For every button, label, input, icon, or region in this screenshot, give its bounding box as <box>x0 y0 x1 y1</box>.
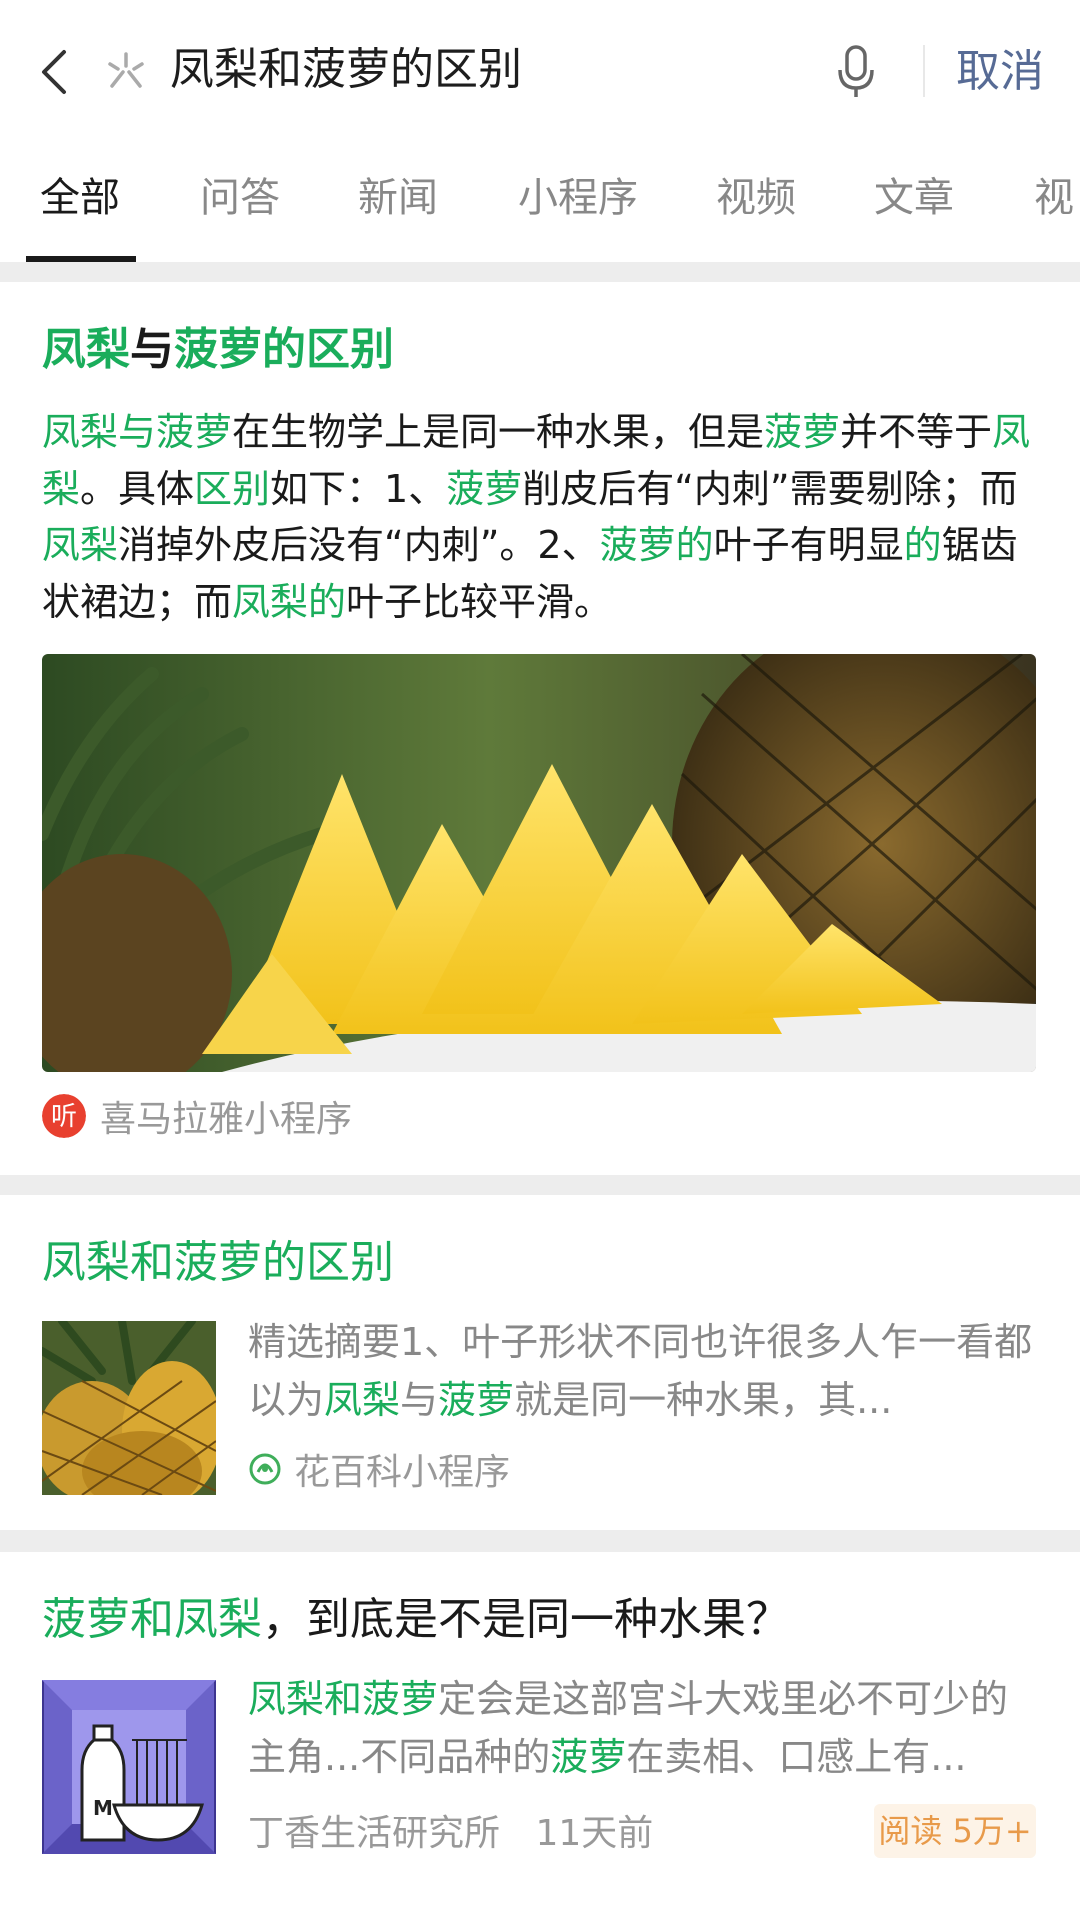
header-divider <box>923 45 925 97</box>
title-segment: 菠萝和凤梨 <box>42 1594 262 1645</box>
result-source[interactable]: 听 喜马拉雅小程序 <box>42 1090 352 1142</box>
publish-time: 11天前 <box>535 1813 654 1854</box>
source-name[interactable]: 丁香生活研究所 <box>248 1813 500 1854</box>
desc-segment: 菠萝 <box>438 1378 515 1422</box>
result-card-3[interactable]: 菠萝和凤梨，到底是不是同一种水果？ M 凤梨和菠萝定会是这部宫斗大戏里必不可少的… <box>0 1552 1080 1919</box>
snippet-segment: 菠萝的 <box>599 523 714 568</box>
desc-segment: 菠萝 <box>550 1735 627 1779</box>
desc-segment: 凤梨和菠萝 <box>248 1677 439 1721</box>
result-description: 精选摘要1、叶子形状不同也许很多人乍一看都以为凤梨与菠萝就是同一种水果，其... <box>248 1313 1038 1429</box>
desc-segment: 就是同一种水果，其... <box>514 1378 893 1422</box>
search-input[interactable]: 凤梨和菠萝的区别 <box>170 40 522 100</box>
tab-news[interactable]: 新闻 <box>358 170 438 226</box>
snippet-segment: 削皮后有“内刺”需要剔除；而 <box>522 466 1018 511</box>
milk-bowl-illustration[interactable]: M <box>42 1680 216 1854</box>
tab-all[interactable]: 全部 <box>40 170 120 226</box>
search-header: 凤梨和菠萝的区别 取消 <box>0 0 1080 141</box>
tab-qa[interactable]: 问答 <box>200 170 280 226</box>
title-segment: 凤梨 <box>42 324 130 375</box>
read-count-badge: 阅读 5万+ <box>874 1804 1036 1858</box>
result-title[interactable]: 菠萝和凤梨，到底是不是同一种水果？ <box>42 1590 790 1650</box>
snippet-segment: 凤梨的 <box>232 580 347 625</box>
huabaike-flower-icon <box>249 1453 281 1485</box>
snippet-segment: 菠萝 <box>446 466 523 511</box>
snippet-segment: 的 <box>903 523 942 568</box>
tab-mini-programs[interactable]: 小程序 <box>518 170 638 226</box>
cancel-button[interactable]: 取消 <box>956 42 1044 102</box>
search-spark-icon <box>108 52 144 88</box>
desc-segment: 凤梨 <box>324 1378 401 1422</box>
result-title[interactable]: 凤梨和菠萝的区别 <box>42 1233 394 1293</box>
snippet-segment: 如下：1、 <box>270 466 447 511</box>
tab-more[interactable]: 视 <box>1034 170 1074 226</box>
snippet-segment: 并不等于 <box>840 410 993 454</box>
title-segment: 菠萝的区别 <box>174 324 394 375</box>
result-meta: 丁香生活研究所 11天前 <box>248 1804 653 1856</box>
category-tabs: 全部 问答 新闻 小程序 视频 文章 视 <box>0 140 1080 262</box>
title-segment: 与 <box>130 324 174 375</box>
snippet-segment: 。具体 <box>80 466 195 511</box>
snippet-segment: 消掉外皮后没有“内刺”。2、 <box>118 523 600 568</box>
result-description: 凤梨和菠萝定会是这部宫斗大戏里必不可少的主角...不同品种的菠萝在卖相、口感上有… <box>248 1670 1038 1786</box>
back-arrow-icon[interactable] <box>30 42 80 102</box>
snippet-segment: 区别 <box>194 466 271 511</box>
section-gap <box>0 1175 1080 1195</box>
title-segment: 凤梨和菠萝的区别 <box>42 1237 394 1288</box>
section-gap <box>0 1530 1080 1552</box>
tab-videos[interactable]: 视频 <box>716 170 796 226</box>
result-title[interactable]: 凤梨与菠萝的区别 <box>42 320 394 380</box>
snippet-segment: 在生物学上是同一种水果，但是 <box>232 410 765 454</box>
svg-text:M: M <box>93 1796 113 1820</box>
desc-segment: 与 <box>400 1378 439 1422</box>
snippet-segment: 菠萝 <box>764 410 841 454</box>
snippet-segment: 凤梨与菠萝 <box>42 410 233 454</box>
snippet-segment: 叶子比较平滑。 <box>346 580 613 625</box>
source-name: 喜马拉雅小程序 <box>100 1099 353 1140</box>
section-gap <box>0 262 1080 282</box>
snippet-segment: 叶子有明显 <box>713 523 904 568</box>
result-source[interactable]: 花百科小程序 <box>248 1443 510 1495</box>
desc-segment: 在卖相、口感上有... <box>626 1735 967 1779</box>
microphone-icon[interactable] <box>834 44 878 100</box>
title-segment: ，到底是不是同一种水果？ <box>262 1594 790 1645</box>
result-snippet: 凤梨与菠萝在生物学上是同一种水果，但是菠萝并不等于凤梨。具体区别如下：1、菠萝削… <box>42 404 1042 631</box>
snippet-segment: 凤梨 <box>42 523 119 568</box>
source-name: 花百科小程序 <box>294 1452 511 1493</box>
pineapple-slices-photo[interactable] <box>42 654 1036 1072</box>
svg-text:听: 听 <box>51 1102 77 1132</box>
pineapples-thumbnail[interactable] <box>42 1321 216 1495</box>
tab-articles[interactable]: 文章 <box>874 170 954 226</box>
ximalaya-listen-icon: 听 <box>42 1094 86 1138</box>
result-card-2[interactable]: 凤梨和菠萝的区别 精选摘要1、叶子形状不同也许很多人乍一看都以为凤梨与菠萝就是同… <box>0 1195 1080 1530</box>
